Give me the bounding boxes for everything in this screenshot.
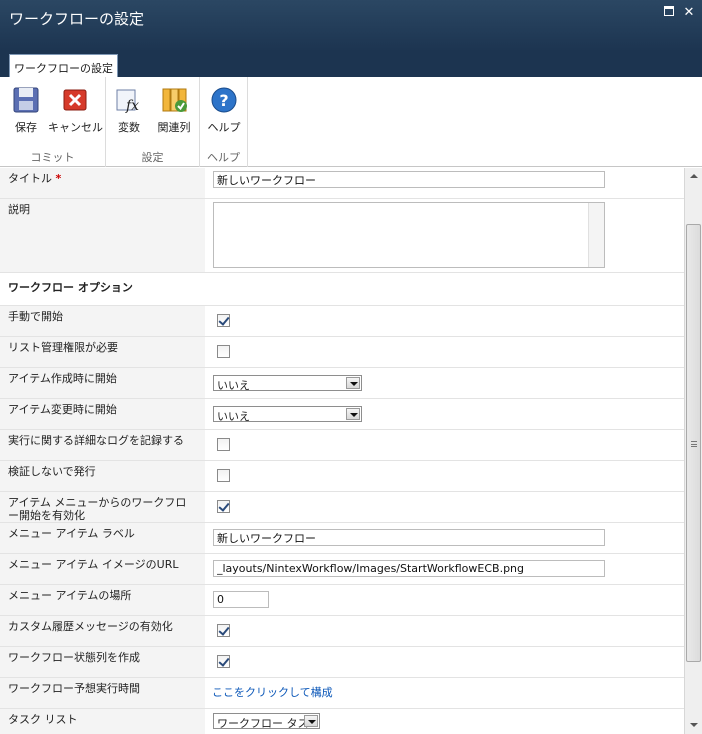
require-manage-label: リスト管理権限が必要 — [0, 337, 205, 367]
variables-label: 変数 — [118, 121, 140, 134]
window-titlebar: ワークフローの設定 ✕ — [0, 0, 702, 52]
row-task-list: タスク リスト ワークフロー タスク — [0, 709, 684, 734]
ecb-enable-label: アイテム メニューからのワークフロー開始を有効化 — [0, 492, 205, 522]
manual-start-label: 手動で開始 — [0, 306, 205, 336]
row-description: 説明 — [0, 199, 684, 273]
start-on-create-label: アイテム作成時に開始 — [0, 368, 205, 398]
chevron-down-icon — [304, 715, 318, 727]
row-start-on-create: アイテム作成時に開始 いいえ — [0, 368, 684, 399]
help-icon: ? — [209, 85, 239, 115]
start-on-change-label: アイテム変更時に開始 — [0, 399, 205, 429]
menu-item-pos-input[interactable] — [213, 591, 269, 608]
related-columns-icon — [159, 85, 189, 115]
variables-icon: fx — [114, 85, 144, 115]
ribbon-group-commit: 保存 キャンセル コミット — [0, 77, 106, 167]
estimated-time-link[interactable]: ここをクリックして構成 — [212, 686, 333, 699]
cancel-button[interactable]: キャンセル — [48, 85, 103, 135]
menu-item-image-label: メニュー アイテム イメージのURL — [0, 554, 205, 584]
row-menu-item-position: メニュー アイテムの場所 — [0, 585, 684, 616]
chevron-down-icon — [346, 408, 360, 420]
form-scrollbar[interactable] — [684, 168, 702, 734]
variables-button[interactable]: fx 変数 — [112, 85, 146, 135]
row-ecb-enable: アイテム メニューからのワークフロー開始を有効化 — [0, 492, 684, 523]
row-estimated-time: ワークフロー予想実行時間 ここをクリックして構成 — [0, 678, 684, 709]
related-columns-label: 関連列 — [157, 121, 191, 134]
ribbon-group-settings: fx 変数 関連列 設定 — [106, 77, 200, 167]
row-menu-item-label: メニュー アイテム ラベル — [0, 523, 684, 554]
svg-text:?: ? — [219, 91, 228, 110]
description-label: 説明 — [0, 199, 205, 272]
task-list-label: タスク リスト — [0, 709, 205, 734]
menu-item-label-label: メニュー アイテム ラベル — [0, 523, 205, 553]
title-label: タイトル * — [0, 168, 205, 198]
grip-icon — [691, 441, 697, 447]
scroll-thumb[interactable] — [686, 224, 701, 662]
section-workflow-options: ワークフロー オプション — [0, 273, 684, 306]
menu-item-label-input[interactable] — [213, 529, 605, 546]
scroll-down-arrow[interactable] — [685, 717, 702, 734]
start-on-create-select[interactable]: いいえ — [213, 375, 362, 392]
help-label: ヘルプ — [207, 121, 241, 134]
task-list-value: ワークフロー タスク — [217, 717, 309, 734]
title-label-text: タイトル — [8, 172, 52, 185]
chevron-down-icon — [346, 377, 360, 389]
description-textarea[interactable] — [213, 202, 605, 268]
ribbon: 保存 キャンセル コミット fx 変数 関連列 設定 ? ヘルプ ヘルプ — [0, 77, 702, 167]
ribbon-tab-workflow-settings[interactable]: ワークフローの設定 — [9, 54, 118, 77]
start-on-create-value: いいえ — [217, 379, 250, 392]
maximize-icon[interactable] — [662, 6, 676, 20]
row-menu-item-image: メニュー アイテム イメージのURL — [0, 554, 684, 585]
manual-start-checkbox[interactable] — [217, 314, 230, 327]
row-publish-no-validate: 検証しないで発行 — [0, 461, 684, 492]
publish-no-validate-label: 検証しないで発行 — [0, 461, 205, 491]
status-column-label: ワークフロー状態列を作成 — [0, 647, 205, 677]
cancel-icon — [60, 85, 90, 115]
settings-form: タイトル * 説明 ワークフロー オプション 手動で開始 リスト管理権限が必要 … — [0, 168, 684, 734]
row-require-manage: リスト管理権限が必要 — [0, 337, 684, 368]
description-scrollbar[interactable] — [588, 203, 604, 267]
ribbon-group-label-help: ヘルプ — [207, 151, 240, 164]
menu-item-image-input[interactable] — [213, 560, 605, 577]
row-start-on-change: アイテム変更時に開始 いいえ — [0, 399, 684, 430]
estimated-time-label: ワークフロー予想実行時間 — [0, 678, 205, 708]
ribbon-group-label-settings: 設定 — [141, 151, 164, 164]
row-custom-history: カスタム履歴メッセージの有効化 — [0, 616, 684, 647]
start-on-change-value: いいえ — [217, 410, 250, 423]
require-manage-checkbox[interactable] — [217, 345, 230, 358]
publish-no-validate-checkbox[interactable] — [217, 469, 230, 482]
svg-text:fx: fx — [125, 98, 139, 114]
related-columns-button[interactable]: 関連列 — [152, 85, 196, 135]
scroll-up-arrow[interactable] — [685, 168, 702, 185]
ribbon-group-help: ? ヘルプ ヘルプ — [200, 77, 248, 167]
save-label: 保存 — [15, 121, 37, 134]
ribbon-group-label-commit: コミット — [30, 151, 75, 164]
row-status-column: ワークフロー状態列を作成 — [0, 647, 684, 678]
task-list-select[interactable]: ワークフロー タスク — [213, 713, 320, 734]
row-verbose-log: 実行に関する詳細なログを記録する — [0, 430, 684, 461]
window-title: ワークフローの設定 — [9, 10, 145, 28]
help-button[interactable]: ? ヘルプ — [206, 85, 242, 135]
custom-history-label: カスタム履歴メッセージの有効化 — [0, 616, 205, 646]
ecb-enable-checkbox[interactable] — [217, 500, 230, 513]
ribbon-tabbar: ワークフローの設定 — [0, 52, 702, 77]
cancel-label: キャンセル — [48, 121, 103, 134]
custom-history-checkbox[interactable] — [217, 624, 230, 637]
required-mark: * — [55, 172, 62, 185]
status-column-checkbox[interactable] — [217, 655, 230, 668]
save-button[interactable]: 保存 — [8, 85, 44, 135]
verbose-log-checkbox[interactable] — [217, 438, 230, 451]
save-icon — [11, 85, 41, 115]
row-title: タイトル * — [0, 168, 684, 199]
row-manual-start: 手動で開始 — [0, 306, 684, 337]
verbose-log-label: 実行に関する詳細なログを記録する — [0, 430, 205, 460]
title-input[interactable] — [213, 171, 605, 188]
close-icon[interactable]: ✕ — [682, 6, 696, 20]
menu-item-pos-label: メニュー アイテムの場所 — [0, 585, 205, 615]
start-on-change-select[interactable]: いいえ — [213, 406, 362, 423]
